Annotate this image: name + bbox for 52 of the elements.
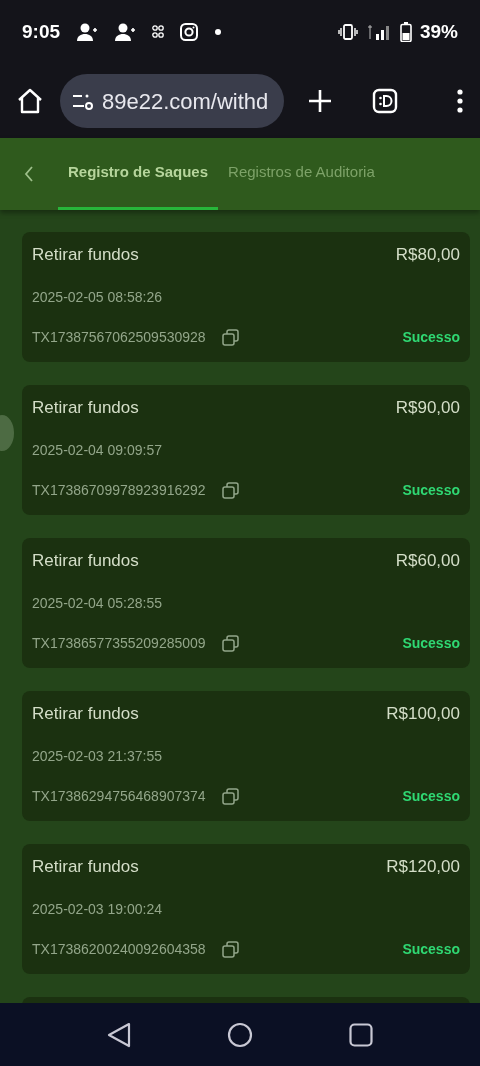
record-title: Retirar fundos <box>32 703 139 725</box>
date: 2025-02-05 08:58:26 <box>32 287 162 307</box>
amount: R$80,00 <box>395 244 460 266</box>
transaction-id: TX17386577355209285009 <box>32 634 206 653</box>
record-title: Retirar fundos <box>32 244 139 266</box>
status: Sucesso <box>402 481 460 500</box>
copy-icon[interactable] <box>221 788 239 805</box>
person-add-icon <box>114 23 137 41</box>
copy-icon[interactable] <box>221 482 239 499</box>
tab-switcher-icon[interactable] <box>372 88 399 114</box>
status: Sucesso <box>402 787 460 806</box>
grid-icon <box>152 25 165 39</box>
amount: R$90,00 <box>395 397 460 419</box>
home-icon[interactable] <box>16 87 44 115</box>
transaction-id: TX17386294756468907374 <box>32 787 206 806</box>
date: 2025-02-03 21:37:55 <box>32 746 162 766</box>
back-nav-icon[interactable] <box>107 1021 131 1048</box>
status: Sucesso <box>402 634 460 653</box>
address-bar[interactable]: 89e22.com/withd <box>60 74 285 128</box>
dot-icon <box>214 28 223 36</box>
transaction-id: TX17386709978923916292 <box>32 481 206 500</box>
vibrate-icon <box>337 24 358 40</box>
tab[interactable]: Registro de Saques <box>58 138 219 210</box>
clock: 9:05 <box>22 19 61 44</box>
amount: R$100,00 <box>386 703 460 725</box>
date: 2025-02-04 09:09:57 <box>32 440 162 460</box>
copy-icon[interactable] <box>221 329 239 346</box>
camera-icon <box>180 23 199 41</box>
menu-icon[interactable] <box>456 89 464 113</box>
transaction-id: TX17387567062509530928 <box>32 328 206 347</box>
date: 2025-02-04 05:28:55 <box>32 593 162 613</box>
home-nav-icon[interactable] <box>227 1021 253 1048</box>
record-title: Retirar fundos <box>32 550 139 572</box>
plus-icon[interactable] <box>308 89 333 113</box>
record-title: Retirar fundos <box>32 856 139 878</box>
recents-nav-icon[interactable] <box>349 1022 373 1047</box>
copy-icon[interactable] <box>221 635 239 652</box>
copy-icon[interactable] <box>221 941 239 958</box>
back-icon[interactable] <box>24 166 34 182</box>
battery-icon <box>399 22 412 42</box>
transaction-id: TX17386200240092604358 <box>32 940 206 959</box>
person-add-icon <box>76 23 99 41</box>
record-title: Retirar fundos <box>32 397 139 419</box>
tune-icon <box>72 92 94 110</box>
signal-icon <box>365 24 392 40</box>
amount: R$120,00 <box>386 856 460 878</box>
status: Sucesso <box>402 328 460 347</box>
tab[interactable]: Registros de Auditoria <box>218 138 385 210</box>
date: 2025-02-03 19:00:24 <box>32 899 162 919</box>
battery-level: 39% <box>419 19 458 44</box>
amount: R$60,00 <box>395 550 460 572</box>
status: Sucesso <box>402 940 460 959</box>
